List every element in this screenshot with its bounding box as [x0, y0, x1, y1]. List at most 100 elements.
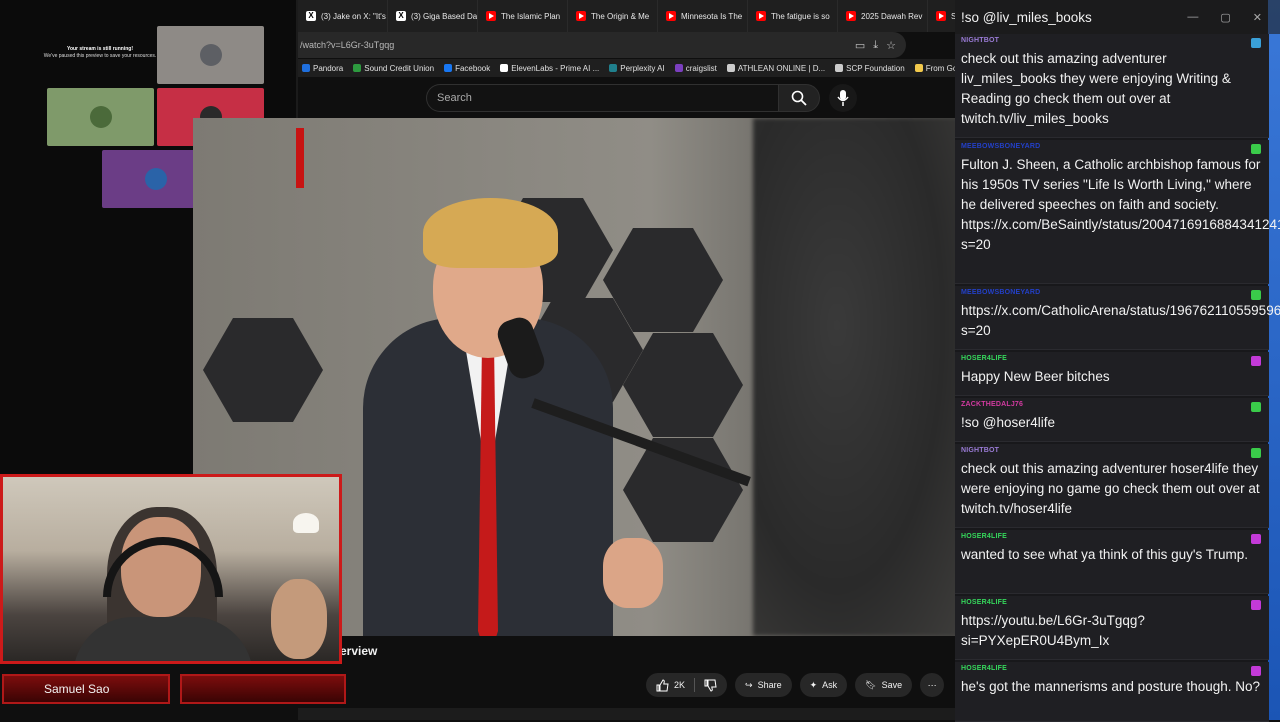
sparkle-icon: ✦	[809, 679, 818, 690]
bookmark-star-icon[interactable]: ☆	[886, 39, 896, 52]
browser-tab[interactable]: The Origin & Me	[568, 0, 658, 32]
like-count: 2K	[674, 680, 686, 690]
video-actions: 2K ↪ Share ✦ Ask 🔖︎ Save ⋯	[646, 673, 945, 697]
chat-message: HOSER4LIFE wanted to see what ya think of…	[955, 530, 1269, 594]
window-controls: — ▢ ✕	[1187, 11, 1280, 24]
more-actions-button[interactable]: ⋯	[920, 673, 945, 697]
browser-tab[interactable]: Shou	[928, 0, 956, 32]
bookmark-item[interactable]: From Google Chr	[914, 64, 956, 73]
chat-header-text: !so @liv_miles_books	[961, 9, 1092, 25]
chat-username[interactable]: HOSER4LIFE	[961, 533, 1263, 545]
preview-tile-icon	[89, 106, 112, 128]
browser-tab[interactable]: 2025 Dawah Rev	[838, 0, 928, 32]
chat-message-text: wanted to see what ya think of this guy'…	[961, 547, 1248, 562]
preview-subtext: We've paused this preview to save your r…	[43, 53, 157, 59]
bookmark-label: Facebook	[455, 63, 491, 73]
voice-search-button[interactable]	[829, 84, 857, 112]
tab-label: (3) Jake on X: "It's	[321, 11, 386, 21]
chat-badge-icon	[1251, 356, 1261, 366]
webcam-overlay	[0, 474, 342, 664]
chat-badge-icon	[1251, 666, 1261, 676]
chat-message: MEEBOWSBONEYARD https://x.com/CatholicAre…	[955, 286, 1280, 350]
chat-username[interactable]: ZACKTHEDALJ76	[961, 401, 1263, 413]
x-logo-icon: X	[396, 11, 406, 21]
search-icon	[791, 90, 807, 106]
maximize-icon[interactable]: ▢	[1220, 11, 1230, 24]
chat-badge-icon	[1251, 448, 1261, 458]
bookmark-favicon-icon	[302, 64, 310, 72]
bookmark-item[interactable]: Sound Credit Union	[353, 64, 434, 73]
more-icon: ⋯	[927, 679, 937, 690]
blonde-hair	[423, 198, 558, 268]
chat-username[interactable]: HOSER4LIFE	[961, 665, 1263, 677]
tab-label: Minnesota Is The	[681, 11, 743, 21]
microphone-icon	[837, 90, 849, 106]
chat-badge-icon	[1251, 600, 1261, 610]
chat-username[interactable]: HOSER4LIFE	[961, 599, 1263, 611]
bookmark-item[interactable]: SCP Foundation	[835, 64, 905, 73]
bookmark-item[interactable]: craigslist	[674, 64, 717, 73]
browser-tab[interactable]: The Islamic Plan	[478, 0, 568, 32]
lamp	[293, 513, 319, 533]
url-text[interactable]: /watch?v=L6Gr-3uTgqg	[300, 40, 394, 50]
preview-tile[interactable]	[47, 88, 154, 146]
share-label: Share	[757, 680, 782, 690]
bookmark-item[interactable]: Facebook	[444, 64, 490, 73]
address-bar[interactable]: /watch?v=L6Gr-3uTgqg ▭ ⤓ ☆	[298, 32, 906, 58]
share-icon: ↪	[745, 679, 753, 690]
like-button[interactable]: 2K	[646, 673, 728, 697]
bookmark-favicon-icon	[353, 64, 362, 72]
bookmark-item[interactable]: Perplexity AI	[609, 63, 665, 73]
bookmark-favicon-icon	[914, 64, 923, 72]
tab-label: (3) Giga Based Da	[411, 11, 478, 21]
bookmark-item[interactable]: ATHLEAN ONLINE | D...	[726, 63, 826, 73]
chat-username[interactable]: MEEBOWSBONEYARD	[961, 143, 1263, 155]
chat-top-bar: !so @liv_miles_books — ▢ ✕	[955, 0, 1280, 34]
child	[271, 579, 327, 659]
bookmark-item[interactable]: Pandora	[302, 64, 343, 73]
save-label: Save	[881, 680, 903, 690]
page-bottom-strip	[298, 708, 956, 720]
youtube-logo-icon	[846, 11, 856, 21]
bookmark-label: Perplexity AI	[620, 63, 665, 73]
search-input[interactable]: Search	[426, 84, 778, 112]
browser-tab[interactable]: The fatigue is so	[748, 0, 838, 32]
save-button[interactable]: 🔖︎ Save	[855, 673, 913, 697]
streamer-name-plate: Samuel Sao	[2, 674, 170, 704]
close-icon[interactable]: ✕	[1253, 11, 1262, 24]
youtube-logo-icon	[666, 11, 676, 21]
cast-icon[interactable]: ▭	[855, 39, 865, 52]
chat-username[interactable]: NIGHTBOT	[961, 37, 1263, 49]
bookmark-label: ATHLEAN ONLINE | D...	[737, 63, 826, 73]
minimize-icon[interactable]: —	[1187, 11, 1198, 24]
overlay-red-edge	[296, 128, 304, 188]
thumbs-down-icon[interactable]	[704, 679, 717, 692]
chat-badge-icon	[1251, 290, 1261, 300]
chat-message-text: https://x.com/CatholicArena/status/19676…	[961, 303, 1280, 338]
preview-tile[interactable]	[157, 26, 264, 84]
chat-badge-icon	[1251, 534, 1261, 544]
chat-message: NIGHTBOT check out this amazing adventure…	[955, 444, 1269, 528]
chat-username[interactable]: HOSER4LIFE	[961, 355, 1263, 367]
ask-label: Ask	[822, 680, 838, 690]
chat-username[interactable]: NIGHTBOT	[961, 447, 1263, 459]
download-icon[interactable]: ⤓	[873, 39, 878, 52]
chat-message-text: check out this amazing adventurer liv_mi…	[961, 51, 1231, 126]
bookmarks-bar: Pandora Sound Credit Union Facebook ElevenL…	[298, 59, 956, 77]
browser-tab[interactable]: X (3) Jake on X: "It's	[298, 0, 388, 32]
share-button[interactable]: ↪ Share	[735, 673, 792, 697]
host-silhouette	[753, 118, 956, 636]
chat-message-text: check out this amazing adventurer hoser4…	[961, 461, 1260, 516]
bookmark-label: ElevenLabs - Prime AI ...	[511, 63, 600, 73]
bookmark-item[interactable]: ElevenLabs - Prime AI ...	[500, 64, 599, 73]
bookmark-favicon-icon	[674, 64, 683, 72]
bookmark-icon: 🔖︎	[865, 679, 877, 690]
browser-tab[interactable]: Minnesota Is The	[658, 0, 748, 32]
chat-message: MEEBOWSBONEYARD Fulton J. Sheen, a Cathol…	[955, 140, 1280, 284]
chat-username[interactable]: MEEBOWSBONEYARD	[961, 289, 1263, 301]
chat-message: ZACKTHEDALJ76 !so @hoser4life	[955, 398, 1269, 442]
bookmark-label: SCP Foundation	[846, 63, 905, 73]
browser-tab[interactable]: X (3) Giga Based Da	[388, 0, 478, 32]
search-button[interactable]	[778, 84, 820, 112]
ask-button[interactable]: ✦ Ask	[799, 673, 848, 697]
